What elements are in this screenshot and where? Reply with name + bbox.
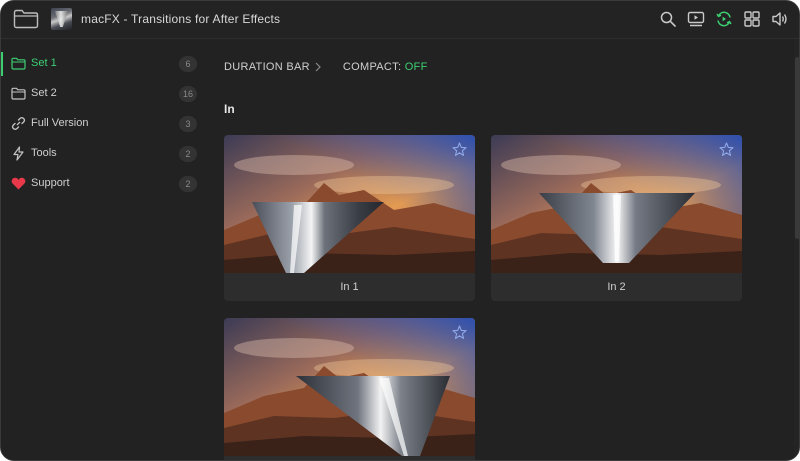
preset-card[interactable]: In 1 — [224, 135, 475, 301]
title-bar: macFX - Transitions for After Effects — [1, 1, 799, 39]
lightning-icon — [11, 146, 26, 161]
sidebar-item-tools[interactable]: Tools 2 — [1, 139, 206, 169]
sidebar-item-label: Set 2 — [31, 87, 57, 99]
sidebar-item-support[interactable]: Support 2 — [1, 169, 206, 199]
grid-view-icon[interactable] — [741, 8, 763, 30]
app-title: macFX - Transitions for After Effects — [81, 12, 281, 26]
preset-card[interactable] — [224, 318, 475, 460]
preview-icon[interactable] — [685, 8, 707, 30]
link-icon — [11, 116, 26, 131]
favorite-star-icon[interactable] — [452, 325, 467, 340]
main-content: DURATION BAR COMPACT: OFF In In 1 In 2 — [206, 39, 799, 460]
sidebar-item-count: 2 — [179, 176, 197, 192]
sidebar: Set 1 6 Set 2 16 Full Version 3 Tools 2 — [1, 39, 206, 460]
preset-card-label: In 2 — [491, 273, 742, 301]
folder-icon — [11, 56, 26, 71]
sidebar-item-label: Set 1 — [31, 57, 57, 69]
scrollbar-thumb[interactable] — [795, 57, 799, 239]
compact-toggle[interactable]: COMPACT: OFF — [343, 61, 428, 73]
section-title: In — [224, 102, 235, 116]
app-window: macFX - Transitions for After Effects Se… — [0, 0, 800, 461]
chevron-right-icon — [315, 62, 321, 72]
sidebar-item-count: 6 — [179, 56, 197, 72]
sidebar-item-count: 2 — [179, 146, 197, 162]
sidebar-item-count: 3 — [179, 116, 197, 132]
sidebar-item-full-version[interactable]: Full Version 3 — [1, 109, 206, 139]
sidebar-item-label: Full Version — [31, 117, 89, 129]
sidebar-item-set-1[interactable]: Set 1 6 — [1, 49, 206, 79]
heart-icon — [11, 176, 26, 191]
duration-bar-label: DURATION BAR — [224, 61, 310, 73]
compact-label: COMPACT: — [342, 61, 405, 73]
app-logo-thumbnail — [51, 8, 72, 30]
view-toolbar: DURATION BAR COMPACT: OFF — [224, 61, 428, 73]
preset-card-label: In 1 — [224, 273, 475, 301]
search-icon[interactable] — [657, 8, 679, 30]
preset-card[interactable]: In 2 — [491, 135, 742, 301]
sync-icon[interactable] — [713, 8, 735, 30]
favorite-star-icon[interactable] — [719, 142, 734, 157]
open-folder-icon[interactable] — [13, 9, 39, 29]
compact-value: OFF — [404, 61, 428, 73]
sidebar-item-set-2[interactable]: Set 2 16 — [1, 79, 206, 109]
duration-bar-button[interactable]: DURATION BAR — [224, 61, 321, 73]
volume-icon[interactable] — [769, 8, 791, 30]
sidebar-item-count: 16 — [179, 86, 197, 102]
preset-thumbnail — [491, 135, 742, 273]
sidebar-item-label: Tools — [31, 147, 57, 159]
preset-thumbnail — [224, 135, 475, 273]
active-indicator — [1, 52, 3, 76]
favorite-star-icon[interactable] — [452, 142, 467, 157]
folder-icon — [11, 86, 26, 101]
preset-thumbnail — [224, 318, 475, 456]
titlebar-actions — [657, 8, 791, 30]
sidebar-item-label: Support — [31, 177, 70, 189]
